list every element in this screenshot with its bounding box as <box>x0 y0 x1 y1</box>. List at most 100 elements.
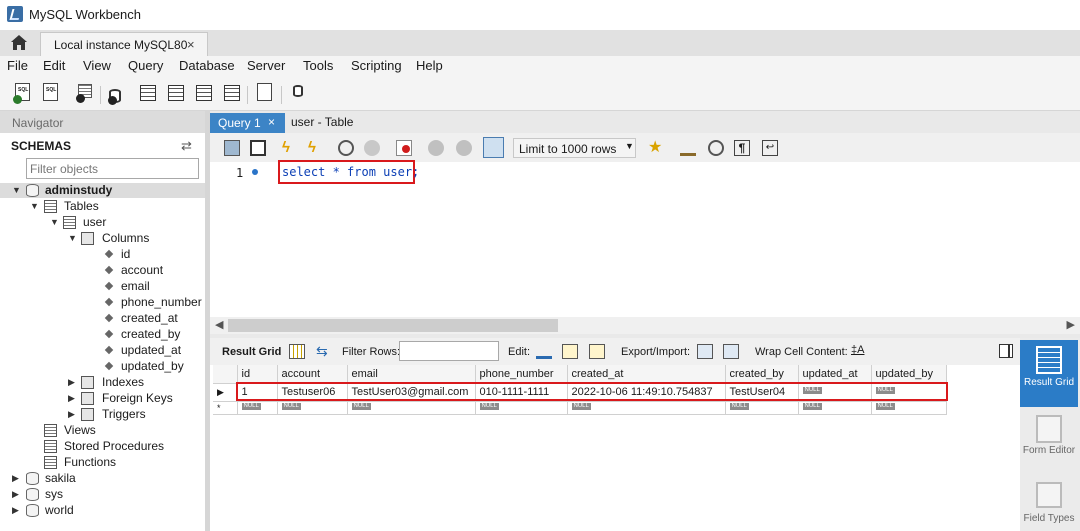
table-header-row: id account email phone_number created_at… <box>213 365 947 384</box>
menu-file[interactable]: File <box>7 58 28 73</box>
wrap-toggle-icon[interactable]: ‡A <box>851 344 867 359</box>
close-tab-icon[interactable]: × <box>187 37 195 52</box>
navigator-panel: SCHEMAS ⇄ ▼ adminstudy ▼ Tables ▼ user ▼… <box>0 133 205 531</box>
field-types-view-button[interactable]: Field Types <box>1020 478 1078 531</box>
open-sql-script-icon[interactable]: SQL <box>41 83 61 105</box>
limit-rows-select[interactable]: Limit to 1000 rows ▼ <box>513 138 636 158</box>
table-cell[interactable]: NULL <box>725 401 799 415</box>
table-cell[interactable]: NULL <box>567 401 726 415</box>
search-table-data-icon[interactable] <box>255 83 275 105</box>
table-cell[interactable]: NULL <box>237 401 278 415</box>
home-icon[interactable] <box>10 35 28 51</box>
create-procedure-icon[interactable] <box>193 83 213 105</box>
table-cell[interactable]: NULL <box>347 401 476 415</box>
rollback-icon[interactable] <box>456 140 472 156</box>
menu-help[interactable]: Help <box>416 58 443 73</box>
insert-row-icon[interactable] <box>562 344 578 359</box>
grid-layout-icon[interactable] <box>289 344 305 359</box>
result-grid-icon <box>1036 346 1062 374</box>
table-cell[interactable]: NULL <box>798 401 872 415</box>
menu-database[interactable]: Database <box>179 58 235 73</box>
import-icon[interactable] <box>723 344 739 359</box>
tree-label: Stored Procedures <box>64 439 165 453</box>
scrollbar-thumb[interactable] <box>228 319 558 332</box>
tab-user-table[interactable]: user - Table <box>291 115 353 129</box>
create-function-icon[interactable] <box>221 83 241 105</box>
table-cell[interactable]: NULL <box>871 401 947 415</box>
menu-scripting[interactable]: Scripting <box>351 58 402 73</box>
scroll-left-icon[interactable]: ◀ <box>215 318 223 331</box>
null-badge: NULL <box>729 402 749 410</box>
toggle-error-icon[interactable] <box>396 140 412 156</box>
delete-row-icon[interactable] <box>589 344 605 359</box>
tree-label: email <box>121 279 150 293</box>
add-snippet-icon[interactable]: ★ <box>648 140 664 156</box>
new-sql-tab-icon[interactable]: SQL <box>13 83 33 105</box>
new-row-marker: * <box>213 401 238 415</box>
navigator-header: Navigator <box>0 111 205 133</box>
stop-icon[interactable] <box>364 140 380 156</box>
filter-rows-label: Filter Rows: <box>342 346 401 358</box>
reconnect-icon[interactable] <box>289 83 309 105</box>
tree-label: Triggers <box>102 407 146 421</box>
export-icon[interactable] <box>697 344 713 359</box>
create-view-icon[interactable] <box>165 83 185 105</box>
tree-label: updated_at <box>121 343 182 357</box>
edit-row-icon[interactable] <box>536 344 552 359</box>
table-cell[interactable]: NULL <box>475 401 568 415</box>
title-bar: MySQL Workbench <box>0 0 1080 30</box>
menu-view[interactable]: View <box>83 58 111 73</box>
column-header[interactable]: id <box>237 365 278 384</box>
find-icon[interactable] <box>708 140 724 156</box>
commit-icon[interactable] <box>428 140 444 156</box>
form-editor-label: Form Editor <box>1022 445 1076 456</box>
create-table-icon[interactable] <box>137 83 157 105</box>
connection-tab[interactable]: Local instance MySQL80 × <box>40 32 208 56</box>
tab-query-1[interactable]: Query 1 × <box>210 113 285 133</box>
autocommit-toggle-icon[interactable] <box>483 137 504 158</box>
beautify-icon[interactable] <box>680 140 696 156</box>
open-file-icon[interactable] <box>224 140 240 156</box>
scroll-right-icon[interactable]: ▶ <box>1067 318 1075 331</box>
filter-rows-input[interactable] <box>399 341 499 361</box>
null-badge: NULL <box>571 402 591 410</box>
explain-icon[interactable] <box>338 140 354 156</box>
create-schema-icon[interactable] <box>108 83 128 105</box>
menu-query[interactable]: Query <box>128 58 163 73</box>
new-row[interactable]: * NULL NULL NULL NULL NULL NULL NULL NUL… <box>213 401 947 415</box>
editor-horizontal-scrollbar[interactable]: ◀ ▶ <box>210 317 1080 334</box>
execute-current-icon[interactable]: ϟ <box>308 140 324 156</box>
inspector-icon[interactable] <box>74 83 94 105</box>
column-header[interactable]: updated_by <box>871 365 947 384</box>
sql-editor[interactable] <box>210 162 1080 317</box>
menu-server[interactable]: Server <box>247 58 285 73</box>
tree-label: Views <box>64 423 96 437</box>
sql-statement[interactable]: select * from user; <box>282 165 419 179</box>
table-cell[interactable]: NULL <box>277 401 348 415</box>
execution-marker-icon <box>252 169 258 175</box>
save-icon[interactable] <box>250 140 266 156</box>
menu-tools[interactable]: Tools <box>303 58 333 73</box>
column-header[interactable]: created_at <box>567 365 726 384</box>
form-editor-view-button[interactable]: Form Editor <box>1020 410 1078 470</box>
null-badge: NULL <box>241 402 261 410</box>
tree-label: Indexes <box>102 375 145 389</box>
close-tab-icon[interactable]: × <box>268 115 275 129</box>
result-grid-view-button[interactable]: Result Grid <box>1020 340 1078 407</box>
menu-edit[interactable]: Edit <box>43 58 65 73</box>
field-types-label: Field Types <box>1023 513 1075 524</box>
column-header[interactable]: created_by <box>725 365 799 384</box>
column-header[interactable]: phone_number <box>475 365 568 384</box>
column-header[interactable]: updated_at <box>798 365 872 384</box>
filter-objects-input[interactable] <box>26 158 199 179</box>
toggle-side-panel-icon[interactable] <box>999 344 1013 358</box>
refresh-results-icon[interactable]: ⇆ <box>316 344 332 359</box>
column-header[interactable]: email <box>347 365 476 384</box>
column-header[interactable]: account <box>277 365 348 384</box>
execute-icon[interactable]: ϟ <box>282 140 298 156</box>
invisible-chars-icon[interactable]: ¶ <box>734 140 750 156</box>
tree-label: sakila <box>45 471 76 485</box>
wrap-lines-icon[interactable]: ↩ <box>762 140 778 156</box>
refresh-icon[interactable]: ⇄ <box>181 138 192 154</box>
form-editor-icon <box>1036 415 1062 443</box>
